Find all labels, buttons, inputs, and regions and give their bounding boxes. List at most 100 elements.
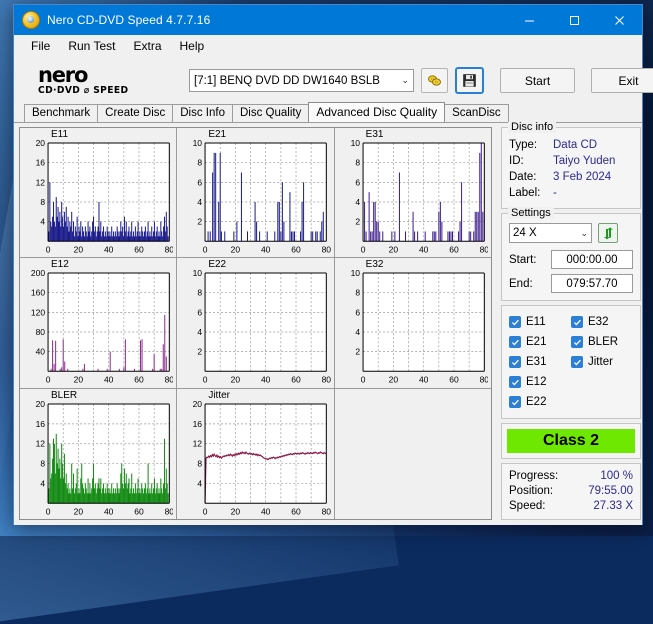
svg-text:20: 20 bbox=[74, 375, 84, 385]
chart-e22: 2 4 6 8 10 0 20 40 60 80 bbox=[193, 268, 331, 385]
svg-text:8: 8 bbox=[198, 458, 203, 468]
tab-create-disc[interactable]: Create Disc bbox=[97, 104, 174, 122]
toolbar: nero CD·DVD ⌀ SPEED [7:1] BENQ DVD DD DW… bbox=[14, 58, 653, 103]
svg-text:4: 4 bbox=[40, 478, 45, 488]
svg-text:0: 0 bbox=[203, 244, 208, 254]
settings-group: Settings 24 X ⌄ Start: 000:00.00 End: 07… bbox=[501, 207, 641, 301]
exit-button[interactable]: Exit bbox=[591, 68, 653, 93]
svg-text:4: 4 bbox=[198, 478, 203, 488]
svg-text:60: 60 bbox=[449, 375, 459, 385]
checkbox-e22[interactable]: E22 bbox=[509, 392, 571, 412]
svg-text:16: 16 bbox=[193, 419, 203, 429]
refresh-button[interactable] bbox=[598, 223, 618, 243]
svg-text:60: 60 bbox=[292, 375, 302, 385]
checkbox-label-e12: E12 bbox=[526, 376, 547, 388]
checkbox-e12[interactable]: E12 bbox=[509, 372, 571, 392]
status-key-speed: Speed: bbox=[509, 500, 546, 512]
checkbox-bler[interactable]: BLER bbox=[571, 332, 633, 352]
chart-title-e22: E22 bbox=[208, 259, 227, 271]
chart-cell-e21: E21 2 4 6 8 10 0 20 40 60 80 bbox=[177, 128, 335, 259]
disc-info-key-id: ID: bbox=[509, 155, 524, 167]
svg-text:20: 20 bbox=[36, 399, 46, 409]
svg-text:4: 4 bbox=[355, 327, 360, 337]
svg-text:10: 10 bbox=[193, 268, 203, 278]
disc-info-row-id: ID: Taiyo Yuden bbox=[509, 153, 633, 169]
svg-text:40: 40 bbox=[104, 506, 114, 516]
svg-text:16: 16 bbox=[36, 158, 46, 168]
svg-text:60: 60 bbox=[134, 506, 144, 516]
svg-text:6: 6 bbox=[198, 177, 203, 187]
maximize-button[interactable] bbox=[552, 5, 597, 35]
checkbox-e31[interactable]: E31 bbox=[509, 352, 571, 372]
disc-info-key-type: Type: bbox=[509, 139, 538, 151]
tab-strip: Benchmark Create Disc Disc Info Disc Qua… bbox=[14, 102, 642, 122]
check-icon bbox=[509, 336, 521, 348]
end-field-row: End: 079:57.70 bbox=[509, 274, 633, 293]
tab-disc-info[interactable]: Disc Info bbox=[172, 104, 233, 122]
checkbox-jitter[interactable]: Jitter bbox=[571, 352, 633, 372]
chart-e31: 2 4 6 8 10 0 20 40 60 80 bbox=[350, 138, 488, 254]
tab-scandisc[interactable]: ScanDisc bbox=[444, 104, 509, 122]
drive-select[interactable]: [7:1] BENQ DVD DD DW1640 BSLB ⌄ bbox=[189, 69, 414, 92]
start-button[interactable]: Start bbox=[500, 68, 575, 93]
settings-legend: Settings bbox=[508, 207, 554, 219]
speed-select-value: 24 X bbox=[513, 227, 537, 239]
tab-benchmark[interactable]: Benchmark bbox=[24, 104, 99, 122]
checkbox-e32[interactable]: E32 bbox=[571, 312, 633, 332]
chart-cell-bler: BLER 4 8 12 16 20 0 20 40 60 80 bbox=[20, 388, 178, 519]
chart-e11: 4 8 12 16 20 0 20 40 60 80 bbox=[36, 138, 174, 254]
tab-advanced-disc-quality[interactable]: Advanced Disc Quality bbox=[308, 102, 446, 122]
status-row-progress: Progress: 100 % bbox=[509, 469, 633, 484]
chart-cell-e31: E31 2 4 6 8 10 0 20 40 60 80 bbox=[334, 128, 491, 259]
save-results-button[interactable] bbox=[455, 67, 484, 94]
minimize-button[interactable] bbox=[507, 5, 552, 35]
close-button[interactable] bbox=[597, 5, 642, 35]
svg-text:80: 80 bbox=[479, 375, 488, 385]
svg-text:20: 20 bbox=[231, 375, 241, 385]
menu-item-run-test[interactable]: Run Test bbox=[59, 37, 124, 55]
speed-select[interactable]: 24 X ⌄ bbox=[509, 223, 592, 243]
svg-text:4: 4 bbox=[198, 327, 203, 337]
chart-e32: 2 4 6 8 10 0 20 40 60 80 bbox=[350, 268, 488, 385]
svg-text:0: 0 bbox=[203, 506, 208, 516]
svg-text:12: 12 bbox=[36, 177, 46, 187]
status-box: Progress: 100 % Position: 79:55.00 Speed… bbox=[501, 463, 641, 520]
disc-info-key-label: Label: bbox=[509, 187, 541, 199]
svg-text:12: 12 bbox=[36, 438, 46, 448]
svg-text:2: 2 bbox=[198, 217, 203, 227]
svg-text:40: 40 bbox=[261, 506, 271, 516]
title-bar: Nero CD-DVD Speed 4.7.7.16 bbox=[14, 5, 642, 35]
checkbox-e21[interactable]: E21 bbox=[509, 332, 571, 352]
status-row-position: Position: 79:55.00 bbox=[509, 484, 633, 499]
svg-text:160: 160 bbox=[31, 288, 45, 298]
eject-disc-button[interactable] bbox=[421, 68, 448, 93]
checkbox-label-e32: E32 bbox=[588, 316, 609, 328]
chart-jitter: 4 8 12 16 20 0 20 40 60 80 bbox=[193, 399, 331, 516]
end-field-input[interactable]: 079:57.70 bbox=[551, 274, 633, 293]
chart-cell-jitter: Jitter 4 8 12 16 20 0 20 40 60 80 bbox=[177, 388, 335, 519]
error-type-checkboxes: E11 E21 E31 E12 E22 E32 BLER Jitter bbox=[501, 305, 641, 419]
menu-item-help[interactable]: Help bbox=[171, 37, 214, 55]
menu-item-extra[interactable]: Extra bbox=[124, 37, 170, 55]
tab-disc-quality[interactable]: Disc Quality bbox=[232, 104, 310, 122]
disc-info-value-id: Taiyo Yuden bbox=[553, 155, 616, 167]
status-key-position: Position: bbox=[509, 485, 554, 497]
svg-text:60: 60 bbox=[449, 244, 459, 254]
checkbox-column-right: E32 BLER Jitter bbox=[571, 312, 633, 412]
svg-text:20: 20 bbox=[388, 375, 398, 385]
svg-text:6: 6 bbox=[355, 177, 360, 187]
chart-cell-e12: E12 40 80 120 160 200 0 20 40 60 80 bbox=[20, 258, 178, 389]
start-field-row: Start: 000:00.00 bbox=[509, 250, 633, 269]
svg-text:2: 2 bbox=[355, 217, 360, 227]
checkbox-e11[interactable]: E11 bbox=[509, 312, 571, 332]
svg-text:60: 60 bbox=[292, 506, 302, 516]
menu-item-file[interactable]: File bbox=[22, 37, 59, 55]
panel-divider bbox=[492, 127, 501, 520]
disc-info-key-date: Date: bbox=[509, 171, 537, 183]
quality-class-badge: Class 2 bbox=[507, 429, 635, 453]
chevron-down-icon: ⌄ bbox=[401, 75, 409, 85]
end-field-label: End: bbox=[509, 277, 533, 290]
start-field-input[interactable]: 000:00.00 bbox=[551, 250, 633, 269]
window-title: Nero CD-DVD Speed 4.7.7.16 bbox=[47, 13, 211, 27]
check-icon bbox=[571, 316, 583, 328]
